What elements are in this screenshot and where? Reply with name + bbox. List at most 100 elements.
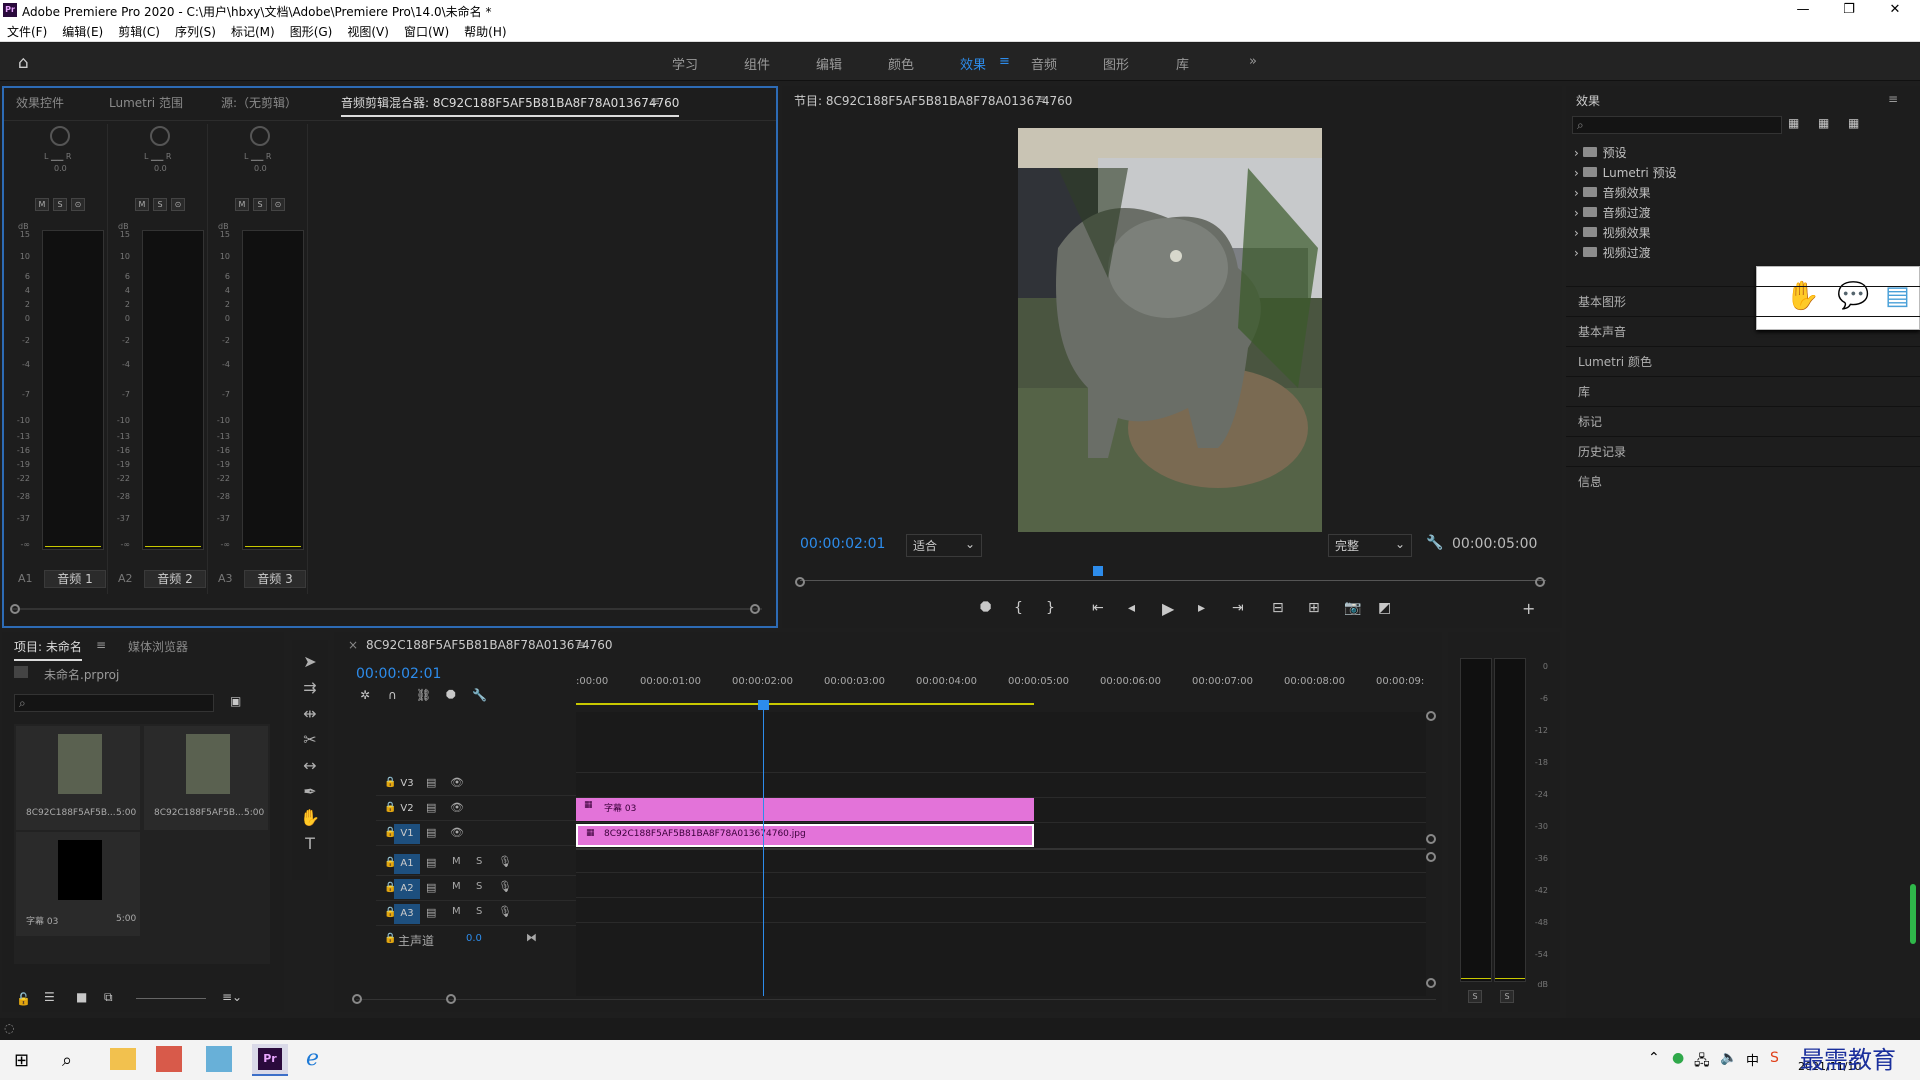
eye-icon[interactable]: 👁 xyxy=(450,801,464,814)
panel-menu-icon[interactable]: ≡ xyxy=(1036,92,1046,106)
solo-button[interactable]: S xyxy=(153,198,167,211)
vertical-scroll-handle[interactable] xyxy=(1426,834,1436,844)
yuv-effects-icon[interactable]: ▦ xyxy=(1848,116,1859,130)
restore-icon[interactable]: ❐ xyxy=(1826,0,1872,20)
more-workspaces-icon[interactable]: » xyxy=(1249,54,1257,69)
zoom-handle-left[interactable] xyxy=(795,577,805,587)
wrench-icon[interactable]: 🔧 xyxy=(1426,535,1443,551)
effects-item-audio-transitions[interactable]: › 音频过渡 xyxy=(1574,204,1651,221)
mute-track-button[interactable]: M xyxy=(452,881,461,892)
effects-item-video-effects[interactable]: › 视频效果 xyxy=(1574,224,1651,241)
toggle-sync-icon[interactable]: ▤ xyxy=(426,856,436,869)
slip-tool-icon[interactable]: ↔ xyxy=(297,756,323,775)
mark-out-icon[interactable]: } xyxy=(1046,600,1055,616)
project-item[interactable]: 8C92C188F5AF5B... 5:00 xyxy=(16,726,140,830)
toggle-sync-icon[interactable]: ▤ xyxy=(426,906,436,919)
premiere-taskbar-icon[interactable]: Pr xyxy=(252,1044,288,1076)
tab-source[interactable]: 源:（无剪辑） xyxy=(221,94,297,111)
close-sequence-icon[interactable]: × xyxy=(348,638,358,652)
mute-button[interactable]: M xyxy=(235,198,249,211)
time-ruler[interactable]: :00:00 00:00:01:00 00:00:02:00 00:00:03:… xyxy=(576,676,1426,696)
toggle-sync-icon[interactable]: ▤ xyxy=(426,826,436,839)
workspace-assembly[interactable]: 组件 xyxy=(744,54,770,73)
add-marker-icon[interactable]: ⯃ xyxy=(980,600,991,616)
panel-info[interactable]: 信息 xyxy=(1566,466,1920,496)
menu-sequence[interactable]: 序列(S) xyxy=(168,20,224,40)
vertical-scroll-handle[interactable] xyxy=(1426,978,1436,988)
quality-dropdown[interactable]: 完整 ⌄ xyxy=(1328,534,1412,557)
solo-button[interactable]: S xyxy=(53,198,67,211)
vertical-scroll-handle[interactable] xyxy=(1426,852,1436,862)
workspace-color[interactable]: 颜色 xyxy=(888,54,914,73)
export-frame-icon[interactable]: 📷 xyxy=(1344,600,1361,616)
32bit-effects-icon[interactable]: ▦ xyxy=(1818,116,1829,130)
tab-project[interactable]: 项目: 未命名 xyxy=(14,638,82,661)
snap-icon[interactable]: ∩ xyxy=(388,688,397,702)
program-timecode[interactable]: 00:00:02:01 xyxy=(800,536,885,552)
icon-view-icon[interactable]: ■ xyxy=(76,990,87,1004)
scroll-handle-left[interactable] xyxy=(10,604,20,614)
program-playhead[interactable] xyxy=(1093,566,1103,576)
zoom-handle-right[interactable] xyxy=(1535,577,1545,587)
tab-audio-clip-mixer[interactable]: 音频剪辑混合器: 8C92C188F5AF5B81BA8F78A01367476… xyxy=(341,94,680,117)
list-view-icon[interactable]: ☰ xyxy=(44,990,55,1004)
store-icon[interactable] xyxy=(206,1046,232,1072)
clip-image-v1[interactable]: ▦ 8C92C188F5AF5B81BA8F78A013674760.jpg xyxy=(576,824,1034,847)
menu-markers[interactable]: 标记(M) xyxy=(224,20,283,40)
tab-lumetri-scopes[interactable]: Lumetri 范围 xyxy=(109,94,183,111)
workspace-effects[interactable]: 效果 xyxy=(960,54,986,73)
lock-icon[interactable]: 🔓 xyxy=(16,992,31,1006)
tray-chevron-icon[interactable]: ⌃ xyxy=(1648,1050,1660,1066)
extract-icon[interactable]: ⊞ xyxy=(1308,600,1320,616)
workspace-menu-icon[interactable]: ≡ xyxy=(999,54,1010,69)
channel-name-a1[interactable]: 音频 1 xyxy=(44,570,106,588)
menu-window[interactable]: 窗口(W) xyxy=(397,20,457,40)
effects-item-audio-effects[interactable]: › 音频效果 xyxy=(1574,184,1651,201)
project-item[interactable]: 8C92C188F5AF5B... 5:00 xyxy=(144,726,268,830)
scroll-handle-right[interactable] xyxy=(750,604,760,614)
effects-item-presets[interactable]: › 预设 xyxy=(1574,144,1627,161)
record-button[interactable]: ⊙ xyxy=(171,198,185,211)
panel-essential-graphics[interactable]: 基本图形 xyxy=(1566,286,1920,316)
solo-button[interactable]: S xyxy=(253,198,267,211)
mixer-scrollbar[interactable] xyxy=(12,608,762,610)
accelerated-effects-icon[interactable]: ▦ xyxy=(1788,116,1799,130)
nest-icon[interactable]: ✲ xyxy=(360,688,370,702)
solo-track-button[interactable]: S xyxy=(476,856,482,867)
panel-libraries[interactable]: 库 xyxy=(1566,376,1920,406)
tab-media-browser[interactable]: 媒体浏览器 xyxy=(128,638,188,655)
type-tool-icon[interactable]: T xyxy=(297,834,323,853)
solo-track-button[interactable]: S xyxy=(476,906,482,917)
step-forward-icon[interactable]: ▸ xyxy=(1198,600,1205,616)
search-icon[interactable]: ⌕ xyxy=(62,1050,72,1071)
timeline-settings-icon[interactable]: 🔧 xyxy=(472,688,487,702)
zoom-slider[interactable] xyxy=(136,998,206,999)
solo-track-button[interactable]: S xyxy=(476,881,482,892)
project-search-input[interactable]: ⌕ xyxy=(14,694,214,712)
menu-edit[interactable]: 编辑(E) xyxy=(55,20,111,40)
linked-selection-icon[interactable]: ⛓ xyxy=(416,688,431,702)
effects-item-video-transitions[interactable]: › 视频过渡 xyxy=(1574,244,1651,261)
record-button[interactable]: ⊙ xyxy=(271,198,285,211)
sogou-icon[interactable]: S xyxy=(1770,1050,1779,1066)
edge-icon[interactable]: ℯ xyxy=(306,1046,319,1071)
selection-tool-icon[interactable]: ➤ xyxy=(297,652,323,671)
panel-lumetri-color[interactable]: Lumetri 颜色 xyxy=(1566,346,1920,376)
razor-tool-icon[interactable]: ✂ xyxy=(297,730,323,749)
mute-button[interactable]: M xyxy=(135,198,149,211)
go-to-out-icon[interactable]: ⇥ xyxy=(1232,600,1244,616)
mic-icon[interactable]: 🎙 xyxy=(498,880,512,893)
add-marker-icon[interactable]: ⯃ xyxy=(446,688,456,703)
menu-help[interactable]: 帮助(H) xyxy=(457,20,514,40)
menu-clip[interactable]: 剪辑(C) xyxy=(111,20,168,40)
workspace-graphics[interactable]: 图形 xyxy=(1103,54,1129,73)
mute-track-button[interactable]: M xyxy=(452,856,461,867)
add-button-icon[interactable]: + xyxy=(1522,599,1535,618)
pan-knob[interactable] xyxy=(250,126,270,146)
home-icon[interactable]: ⌂ xyxy=(18,53,29,73)
work-area-bar[interactable] xyxy=(576,703,1034,705)
close-icon[interactable]: ✕ xyxy=(1872,0,1918,20)
program-title[interactable]: 节目: 8C92C188F5AF5B81BA8F78A013674760 xyxy=(794,92,1072,109)
panel-essential-sound[interactable]: 基本声音 xyxy=(1566,316,1920,346)
eye-icon[interactable]: 👁 xyxy=(450,826,464,839)
